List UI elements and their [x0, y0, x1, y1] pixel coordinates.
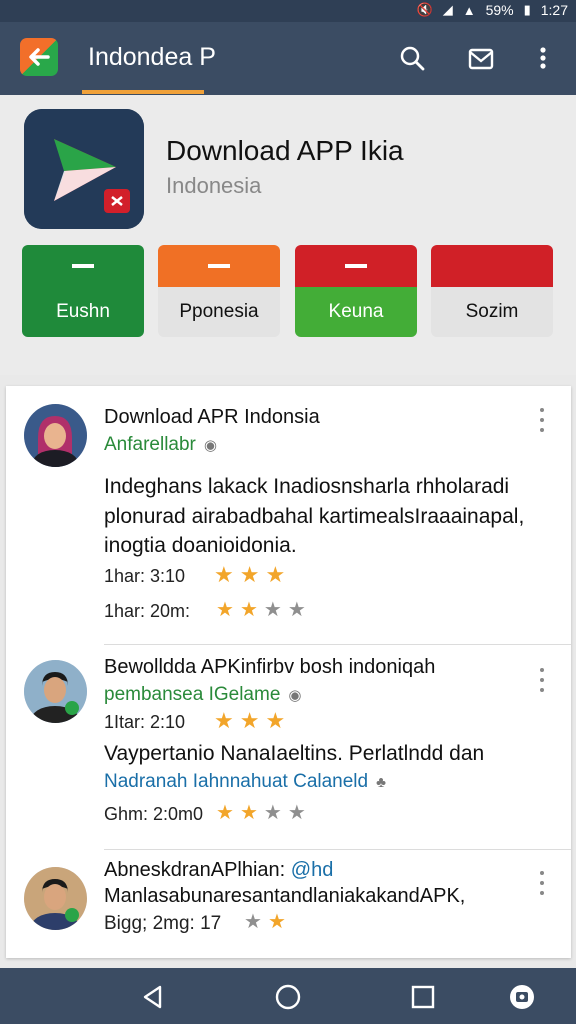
- review-author: pembansea IGelame ◉: [104, 684, 301, 706]
- status-bar: 🔇 ◢ ▲ 59% ▮ 1:27: [0, 0, 576, 22]
- mute-icon: 🔇: [416, 2, 433, 17]
- back-triangle-icon: [143, 985, 162, 1009]
- inbox-icon: [468, 48, 494, 70]
- dash-icon: [208, 264, 230, 268]
- dash-icon: [345, 264, 367, 268]
- nav-assistant-button[interactable]: [505, 980, 539, 1014]
- status-right: 🔇 ◢ ▲ 59% ▮ 1:27: [417, 2, 569, 18]
- review-meta-line: Nadranah Iahnnahuat Calaneld ♣: [104, 771, 386, 793]
- navigation-bar: [0, 968, 576, 1024]
- search-button[interactable]: [396, 42, 428, 74]
- rating-stars: ★ ★ ★: [214, 562, 285, 588]
- review-title: Bewolldda APKinfirbv bosh indoniqah: [104, 656, 436, 678]
- recents-square-icon: [411, 985, 435, 1009]
- review-author: Anfarellabr ◉: [104, 434, 217, 456]
- app-bar: Indondea P: [0, 22, 576, 95]
- star-filled-icon: ★: [216, 599, 234, 621]
- review-body-line: Vaypertanio NanaIaeltins. Perlatlndd dan: [104, 742, 485, 765]
- review-menu-button[interactable]: [537, 871, 547, 895]
- app-header: Download APP Ikia Indonesia Eushn Ppones…: [0, 95, 576, 375]
- app-subtitle: Indonesia: [166, 173, 262, 198]
- review-card[interactable]: Download APR Indonsia Anfarellabr ◉ Indeg…: [6, 386, 571, 644]
- star-empty-icon: ★: [263, 802, 282, 824]
- more-vert-icon: [540, 47, 546, 69]
- category-tile-keuna[interactable]: Keuna: [295, 245, 417, 337]
- app-name: Download APP Ikia: [166, 135, 404, 166]
- review-title: AbneskdranAPlhian: @hd: [104, 859, 333, 882]
- avatar[interactable]: [24, 404, 87, 467]
- review-time: 1har: 20m:: [104, 601, 191, 621]
- review-card[interactable]: AbneskdranAPlhian: @hd Manlasabunaresant…: [6, 849, 571, 958]
- review-feed: Download APR Indonsia Anfarellabr ◉ Indeg…: [6, 386, 571, 958]
- review-title-text: AbneskdranAPlhian:: [104, 859, 286, 881]
- category-tile-eushn[interactable]: Eushn: [22, 245, 144, 337]
- verified-icon: ◉: [203, 437, 217, 454]
- battery-icon: ▮: [523, 2, 531, 17]
- overflow-menu-button[interactable]: [527, 42, 559, 74]
- rating-stars: ★ ★ ★: [214, 708, 285, 734]
- review-time: Bigg; 2mg: 17: [104, 913, 222, 934]
- verified-icon: ◉: [288, 687, 302, 704]
- wifi-icon: ◢: [442, 2, 453, 17]
- avatar[interactable]: [24, 660, 87, 723]
- arrow-left-icon: [29, 48, 50, 66]
- star-filled-icon: ★: [239, 562, 260, 587]
- review-body-line: inogtia doanioidonia.: [104, 534, 297, 557]
- search-icon: [400, 46, 425, 71]
- back-button[interactable]: [20, 38, 58, 76]
- review-menu-button[interactable]: [537, 408, 547, 432]
- avatar[interactable]: [24, 867, 87, 930]
- app-bar-title: Indondea P: [88, 43, 216, 71]
- inbox-button[interactable]: [465, 42, 497, 74]
- rating-stars: ★ ★: [244, 909, 286, 934]
- category-label: Sozim: [431, 287, 553, 337]
- star-half-icon: ★: [244, 911, 262, 933]
- review-author-name: Anfarellabr: [104, 434, 196, 455]
- review-body-line: ManlasabunaresantandlaniakakandAPK,: [104, 885, 466, 907]
- nav-recents-button[interactable]: [406, 980, 440, 1014]
- star-filled-icon: ★: [265, 708, 286, 733]
- review-menu-button[interactable]: [537, 668, 547, 692]
- star-filled-icon: ★: [239, 802, 258, 824]
- app-logo-icon: [24, 109, 144, 229]
- star-filled-icon: ★: [214, 708, 234, 733]
- review-body-line: plonurad airabadbahal kartimealsIraaaina…: [104, 505, 525, 528]
- star-empty-icon: ★: [287, 802, 306, 824]
- star-empty-icon: ★: [263, 599, 282, 621]
- star-filled-icon: ★: [239, 708, 260, 733]
- review-meta-text: Nadranah Iahnnahuat Calaneld: [104, 771, 369, 792]
- category-tile-pponesia[interactable]: Pponesia: [158, 245, 280, 337]
- dash-icon: [72, 264, 94, 268]
- review-author-name: pembansea IGelame: [104, 684, 281, 705]
- star-filled-icon: ★: [239, 599, 258, 621]
- review-time: Ghm: 2:0m0: [104, 804, 204, 824]
- signal-icon: ▲: [462, 2, 476, 18]
- star-filled-icon: ★: [267, 911, 286, 933]
- clock: 1:27: [540, 2, 568, 18]
- review-time: 1Itar: 2:10: [104, 712, 186, 732]
- category-tile-sozim[interactable]: Sozim: [431, 245, 553, 337]
- star-filled-icon: ★: [216, 802, 234, 824]
- category-label: Eushn: [22, 287, 144, 337]
- tab-indicator: [82, 90, 204, 94]
- star-filled-icon: ★: [265, 562, 286, 587]
- review-card[interactable]: Bewolldda APKinfirbv bosh indoniqah pemb…: [6, 644, 571, 849]
- star-filled-icon: ★: [214, 562, 234, 587]
- rating-stars: ★ ★ ★ ★: [216, 800, 306, 825]
- nav-home-button[interactable]: [271, 980, 305, 1014]
- share-icon: ♣: [376, 774, 386, 791]
- star-empty-icon: ★: [287, 599, 306, 621]
- nav-back-button[interactable]: [136, 980, 170, 1014]
- rating-stars: ★ ★ ★ ★: [216, 597, 306, 622]
- home-circle-icon: [275, 984, 301, 1010]
- review-body-line: Indeghans lakack Inadiosnsharla rhholara…: [104, 475, 510, 498]
- category-label: Keuna: [295, 287, 417, 337]
- assistant-icon: [510, 985, 534, 1009]
- category-label: Pponesia: [158, 287, 280, 337]
- review-time: 1har: 3:10: [104, 566, 186, 586]
- battery-text: 59%: [485, 2, 514, 18]
- review-title: Download APR Indonsia: [104, 406, 320, 428]
- review-title-suffix: @hd: [290, 859, 334, 881]
